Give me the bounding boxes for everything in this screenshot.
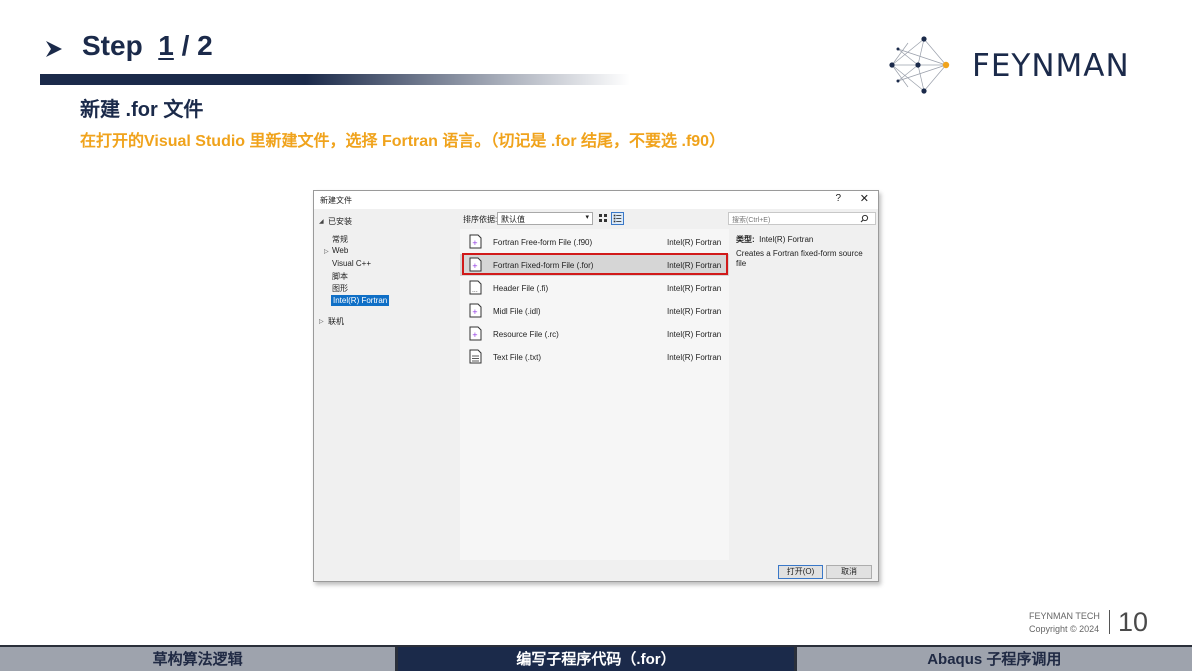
nav-tab-abaqus-call[interactable]: Abaqus 子程序调用 <box>793 647 1192 671</box>
grid-view-icon[interactable] <box>598 213 609 224</box>
template-tree: ◢ 已安装 常规 ▷ Web Visual C++ 脚本 图形 Intel(R)… <box>314 210 460 560</box>
logo-text: FEYNMAN <box>972 48 1130 84</box>
file-row-txt[interactable]: Text File (.txt) Intel(R) Fortran <box>460 346 729 368</box>
file-language: Intel(R) Fortran <box>667 330 722 339</box>
arrow-bullet-icon <box>46 41 62 57</box>
text-file-icon <box>469 349 482 364</box>
footer-divider <box>1109 610 1110 634</box>
company-name: FEYNMAN TECH <box>1029 611 1100 621</box>
nav-tab-algorithm[interactable]: 草构算法逻辑 <box>0 647 396 671</box>
close-button[interactable]: ✕ <box>860 192 869 205</box>
help-button[interactable]: ? <box>835 193 841 204</box>
file-row-rc[interactable]: + Resource File (.rc) Intel(R) Fortran <box>460 323 729 345</box>
fortran-file-icon: + <box>469 234 482 249</box>
sort-select[interactable]: 默认值 ▾ <box>497 212 593 225</box>
file-language: Intel(R) Fortran <box>667 353 722 362</box>
tree-item-general[interactable]: 常规 <box>332 234 348 245</box>
search-input[interactable]: 搜索(Ctrl+E) <box>728 212 876 225</box>
header-divider-bar <box>40 74 630 85</box>
nav-tab-write-subroutine[interactable]: 编写子程序代码（.for） <box>395 647 794 671</box>
file-template-list: + Fortran Free-form File (.f90) Intel(R)… <box>460 229 729 560</box>
slide: Step 1 / 2 FEYNMAN 新建 .for 文件 在打开的Visual… <box>0 0 1192 671</box>
dialog-title: 新建文件 <box>320 196 352 205</box>
sort-label: 排序依据: <box>463 215 498 224</box>
info-type-label: 类型: <box>736 235 755 244</box>
file-row-f90[interactable]: + Fortran Free-form File (.f90) Intel(R)… <box>460 231 729 253</box>
file-name: Midl File (.idl) <box>493 307 541 316</box>
file-row-idl[interactable]: + Midl File (.idl) Intel(R) Fortran <box>460 300 729 322</box>
svg-text:...: ... <box>472 287 478 294</box>
copyright: Copyright © 2024 <box>1029 624 1100 634</box>
search-icon[interactable] <box>860 214 869 223</box>
resource-file-icon: + <box>469 326 482 341</box>
page-number: 10 <box>1118 607 1149 637</box>
file-name: Header File (.fi) <box>493 284 549 293</box>
svg-text:+: + <box>472 239 478 247</box>
section-title: 新建 .for 文件 <box>80 99 204 121</box>
file-language: Intel(R) Fortran <box>667 284 722 293</box>
file-name: Resource File (.rc) <box>493 330 559 339</box>
tree-item-intel-fortran[interactable]: Intel(R) Fortran <box>331 295 390 306</box>
chevron-down-icon: ▾ <box>585 214 589 221</box>
file-row-fi[interactable]: ... Header File (.fi) Intel(R) Fortran <box>460 277 729 299</box>
bottom-navigation: 草构算法逻辑 编写子程序代码（.for） Abaqus 子程序调用 <box>0 645 1192 671</box>
sort-value: 默认值 <box>501 215 525 224</box>
dialog-titlebar: 新建文件 ? ✕ <box>314 191 878 209</box>
info-type: 类型: Intel(R) Fortran <box>736 234 813 245</box>
collapsed-triangle-icon[interactable]: ▷ <box>324 248 329 255</box>
instruction-text: 在打开的Visual Studio 里新建文件，选择 Fortran 语言。（切… <box>80 133 726 150</box>
svg-text:+: + <box>472 308 478 316</box>
midl-file-icon: + <box>469 303 482 318</box>
file-language: Intel(R) Fortran <box>667 307 722 316</box>
file-name: Text File (.txt) <box>493 353 542 362</box>
tree-item-graphics[interactable]: 图形 <box>332 283 348 294</box>
file-name: Fortran Free-form File (.f90) <box>493 238 593 247</box>
new-file-dialog: 新建文件 ? ✕ ◢ 已安装 常规 ▷ Web Visual C++ 脚本 图形… <box>313 190 879 582</box>
info-description: Creates a Fortran fixed-form source file <box>736 249 863 268</box>
info-type-value: Intel(R) Fortran <box>759 235 814 244</box>
red-highlight-box <box>462 253 728 275</box>
collapsed-triangle-icon[interactable]: ▷ <box>319 318 324 325</box>
tree-item-script[interactable]: 脚本 <box>332 271 348 282</box>
open-button[interactable]: 打开(O) <box>778 565 823 579</box>
tree-item-web[interactable]: Web <box>332 246 348 255</box>
expanded-triangle-icon: ◢ <box>319 219 324 225</box>
tree-item-online[interactable]: 联机 <box>328 316 344 327</box>
svg-text:+: + <box>472 331 478 339</box>
file-language: Intel(R) Fortran <box>667 238 722 247</box>
tree-item-installed[interactable]: 已安装 <box>328 216 352 227</box>
list-view-icon[interactable] <box>611 212 624 225</box>
tree-item-visual-cpp[interactable]: Visual C++ <box>332 259 371 268</box>
cancel-button[interactable]: 取消 <box>826 565 872 579</box>
step-current: 1 <box>158 30 174 61</box>
header-file-icon: ... <box>469 280 482 295</box>
step-title: Step 1 / 2 <box>82 30 213 61</box>
